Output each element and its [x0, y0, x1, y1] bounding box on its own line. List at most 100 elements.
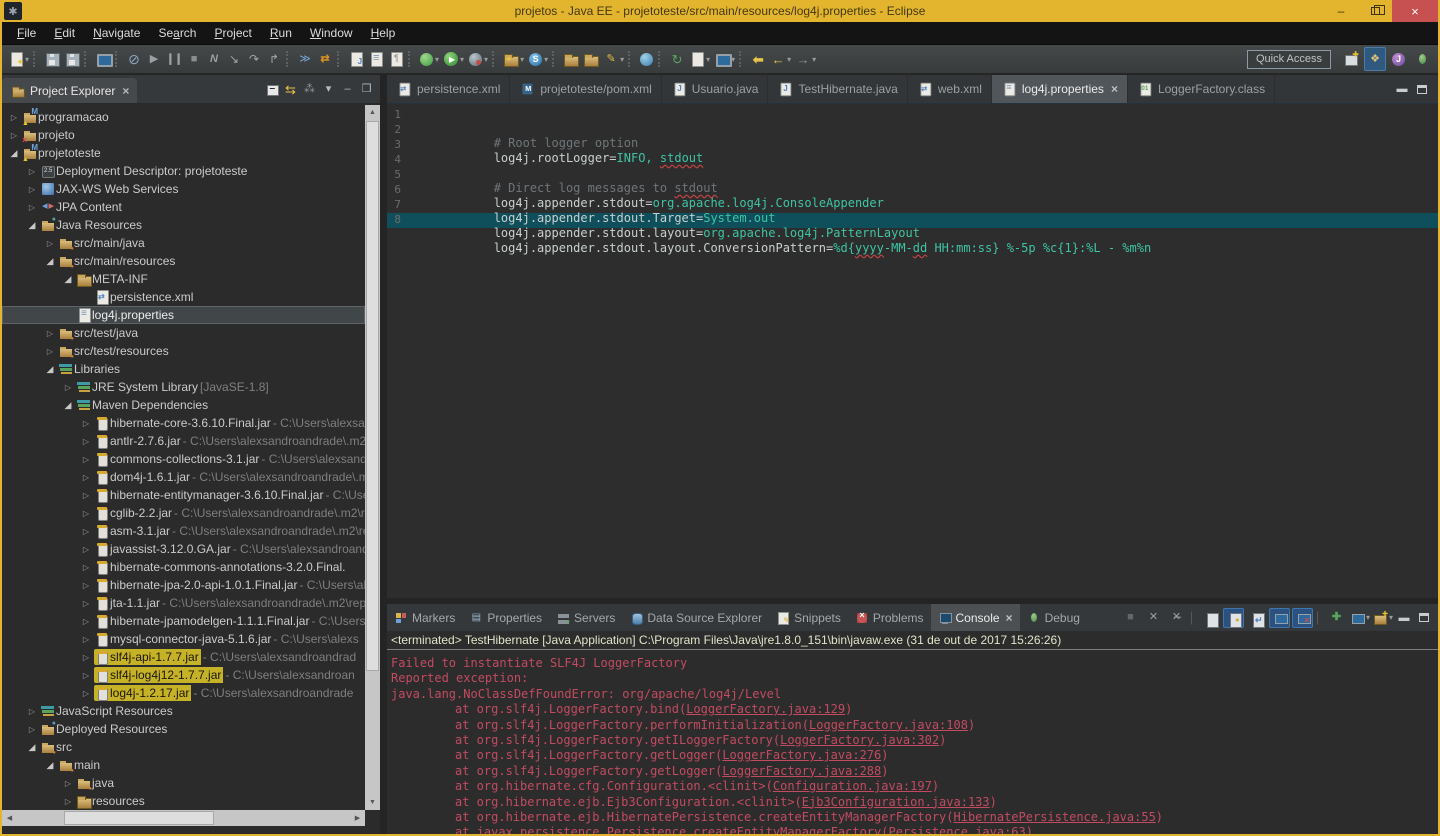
tree-row[interactable]: ◢ main	[2, 756, 365, 774]
perspective-debug-button[interactable]	[1411, 47, 1433, 71]
dropdown-arrow-icon[interactable]: ▾	[460, 55, 464, 64]
templates-button[interactable]	[387, 48, 405, 70]
tree-expander-icon[interactable]: ▷	[60, 797, 76, 806]
tree-expander-icon[interactable]: ▷	[78, 653, 94, 662]
back-button[interactable]: ← ▾	[769, 48, 792, 70]
tree-expander-icon[interactable]: ▷	[78, 545, 94, 554]
tree-expander-icon[interactable]: ▷	[60, 779, 76, 788]
scroll-lock-button[interactable]	[1223, 608, 1244, 628]
menu-item[interactable]: Navigate	[84, 23, 149, 43]
tree-expander-icon[interactable]: ◢	[60, 274, 76, 285]
open-console-button[interactable]: ▾	[1372, 608, 1393, 628]
dropdown-arrow-icon[interactable]: ▾	[484, 55, 488, 64]
perspective-javaee-button[interactable]: ❖	[1364, 47, 1386, 71]
tree-row[interactable]: ▷ JavaScript Resources	[2, 702, 365, 720]
tree-expander-icon[interactable]: ▷	[24, 707, 40, 716]
stacktrace-link[interactable]: LoggerFactory.java:276	[722, 748, 881, 762]
editor-tab[interactable]: web.xml	[908, 75, 992, 103]
new-file-button[interactable]: ▾	[688, 48, 711, 70]
terminate-button[interactable]: ■	[1120, 608, 1141, 628]
remove-launch-button[interactable]: ✕	[1143, 608, 1164, 628]
menu-item[interactable]: Window	[301, 23, 362, 43]
dropdown-arrow-icon[interactable]: ▾	[435, 55, 439, 64]
tree-expander-icon[interactable]: ◢	[6, 148, 22, 159]
tree-row[interactable]: ◢ Java Resources	[2, 216, 365, 234]
tree-expander-icon[interactable]: ◢	[42, 364, 58, 375]
tree-row[interactable]: ▷ slf4j-api-1.7.7.jar - C:\Users\alexsan…	[2, 648, 365, 666]
console-output[interactable]: Failed to instantiate SLF4J LoggerFactor…	[387, 654, 1438, 834]
collapse-all-button[interactable]	[262, 80, 281, 98]
tree-expander-icon[interactable]: ▷	[78, 635, 94, 644]
word-wrap-button[interactable]	[1246, 608, 1267, 628]
toolbar-separator[interactable]	[739, 51, 746, 67]
tree-expander-icon[interactable]: ▷	[78, 617, 94, 626]
tree-row[interactable]: ▷ slf4j-log4j12-1.7.7.jar - C:\Users\ale…	[2, 666, 365, 684]
close-button[interactable]: ×	[1392, 0, 1438, 22]
save-button[interactable]	[43, 48, 61, 70]
menu-item[interactable]: Run	[261, 23, 301, 43]
tree-row[interactable]: log4j.properties	[2, 306, 365, 324]
toolbar-separator[interactable]	[286, 51, 293, 67]
tree-row[interactable]: ▷ JAX-WS Web Services	[2, 180, 365, 198]
menu-item[interactable]: Search	[149, 23, 205, 43]
close-icon[interactable]: ×	[1111, 82, 1118, 96]
toolbar-separator[interactable]	[408, 51, 415, 67]
tree-row[interactable]: persistence.xml	[2, 288, 365, 306]
minimize-view-button[interactable]: ▬	[1394, 609, 1414, 627]
restore-button[interactable]	[1358, 0, 1392, 22]
toolbar-separator[interactable]	[84, 51, 91, 67]
show-stdout-button[interactable]	[1269, 608, 1290, 628]
toolbar-separator[interactable]	[552, 51, 559, 67]
stacktrace-link[interactable]: LoggerFactory.java:288	[722, 764, 881, 778]
toolbar-separator[interactable]	[628, 51, 635, 67]
tree-expander-icon[interactable]: ▷	[60, 383, 76, 392]
console-toolbar-separator[interactable]	[1191, 611, 1196, 625]
stacktrace-link[interactable]: LoggerFactory.java:129	[686, 702, 845, 716]
minimize-view-button[interactable]: ▬	[1392, 80, 1412, 98]
tree-expander-icon[interactable]: ▷	[78, 437, 94, 446]
search-button[interactable]: ✎ ▾	[602, 48, 625, 70]
tree-expander-icon[interactable]: ◢	[42, 256, 58, 267]
new-web-service-button[interactable]: S ▾	[527, 48, 549, 70]
editor-tab[interactable]: persistence.xml	[387, 75, 510, 103]
next-annotation-button[interactable]: ≫	[296, 48, 314, 70]
view-tab[interactable]: ▤ Properties	[462, 604, 549, 631]
editor-tab[interactable]: log4j.properties ×	[992, 75, 1128, 103]
tree-row[interactable]: ▷ log4j-1.2.17.jar - C:\Users\alexsandro…	[2, 684, 365, 702]
disconnect-button[interactable]: N	[205, 48, 223, 70]
minimize-button[interactable]: –	[1324, 0, 1358, 22]
display-console-button[interactable]: ▾	[1349, 608, 1370, 628]
editor-tab[interactable]: TestHibernate.java	[768, 75, 907, 103]
tree-row[interactable]: ▷ Deployed Resources	[2, 720, 365, 738]
tree-row[interactable]: ◢ Libraries	[2, 360, 365, 378]
run-external-tools-button[interactable]: ▾	[418, 48, 440, 70]
toolbar-separator[interactable]	[33, 51, 40, 67]
tree-expander-icon[interactable]: ▷	[42, 239, 58, 248]
tree-row[interactable]: ▷ mysql-connector-java-5.1.6.jar - C:\Us…	[2, 630, 365, 648]
dropdown-arrow-icon[interactable]: ▾	[812, 55, 816, 64]
tree-expander-icon[interactable]: ▷	[6, 131, 22, 140]
tree-row[interactable]: ▷ src/test/java	[2, 324, 365, 342]
dropdown-arrow-icon[interactable]: ▾	[706, 55, 710, 64]
dropdown-arrow-icon[interactable]: ▾	[1389, 613, 1393, 622]
perspective-java-button[interactable]: J	[1388, 47, 1409, 71]
tree-row[interactable]: ▷ jta-1.1.jar - C:\Users\alexsandroandra…	[2, 594, 365, 612]
menu-item[interactable]: File	[8, 23, 45, 43]
dropdown-arrow-icon[interactable]: ▾	[544, 55, 548, 64]
new-wizard-button[interactable]: ▾	[7, 48, 30, 70]
project-explorer-tab[interactable]: Project Explorer ×	[2, 78, 137, 103]
view-tab[interactable]: Problems	[848, 604, 931, 631]
tree-expander-icon[interactable]: ▷	[78, 527, 94, 536]
pin-console-button[interactable]: ✚	[1326, 608, 1347, 628]
remove-all-launches-button[interactable]: ✕̶	[1166, 608, 1187, 628]
scroll-up-icon[interactable]: ▲	[365, 105, 380, 120]
dropdown-arrow-icon[interactable]: ▾	[620, 55, 624, 64]
step-over-button[interactable]: ↷	[245, 48, 263, 70]
stacktrace-link[interactable]: Ejb3Configuration.java:133	[802, 795, 990, 809]
tree-row[interactable]: ▷ src/test/resources	[2, 342, 365, 360]
save-all-button[interactable]	[63, 48, 81, 70]
dropdown-arrow-icon[interactable]: ▾	[25, 55, 29, 64]
show-stderr-button[interactable]	[1292, 608, 1313, 628]
import-button[interactable]	[582, 48, 600, 70]
forward-button[interactable]: → ▾	[794, 48, 817, 70]
